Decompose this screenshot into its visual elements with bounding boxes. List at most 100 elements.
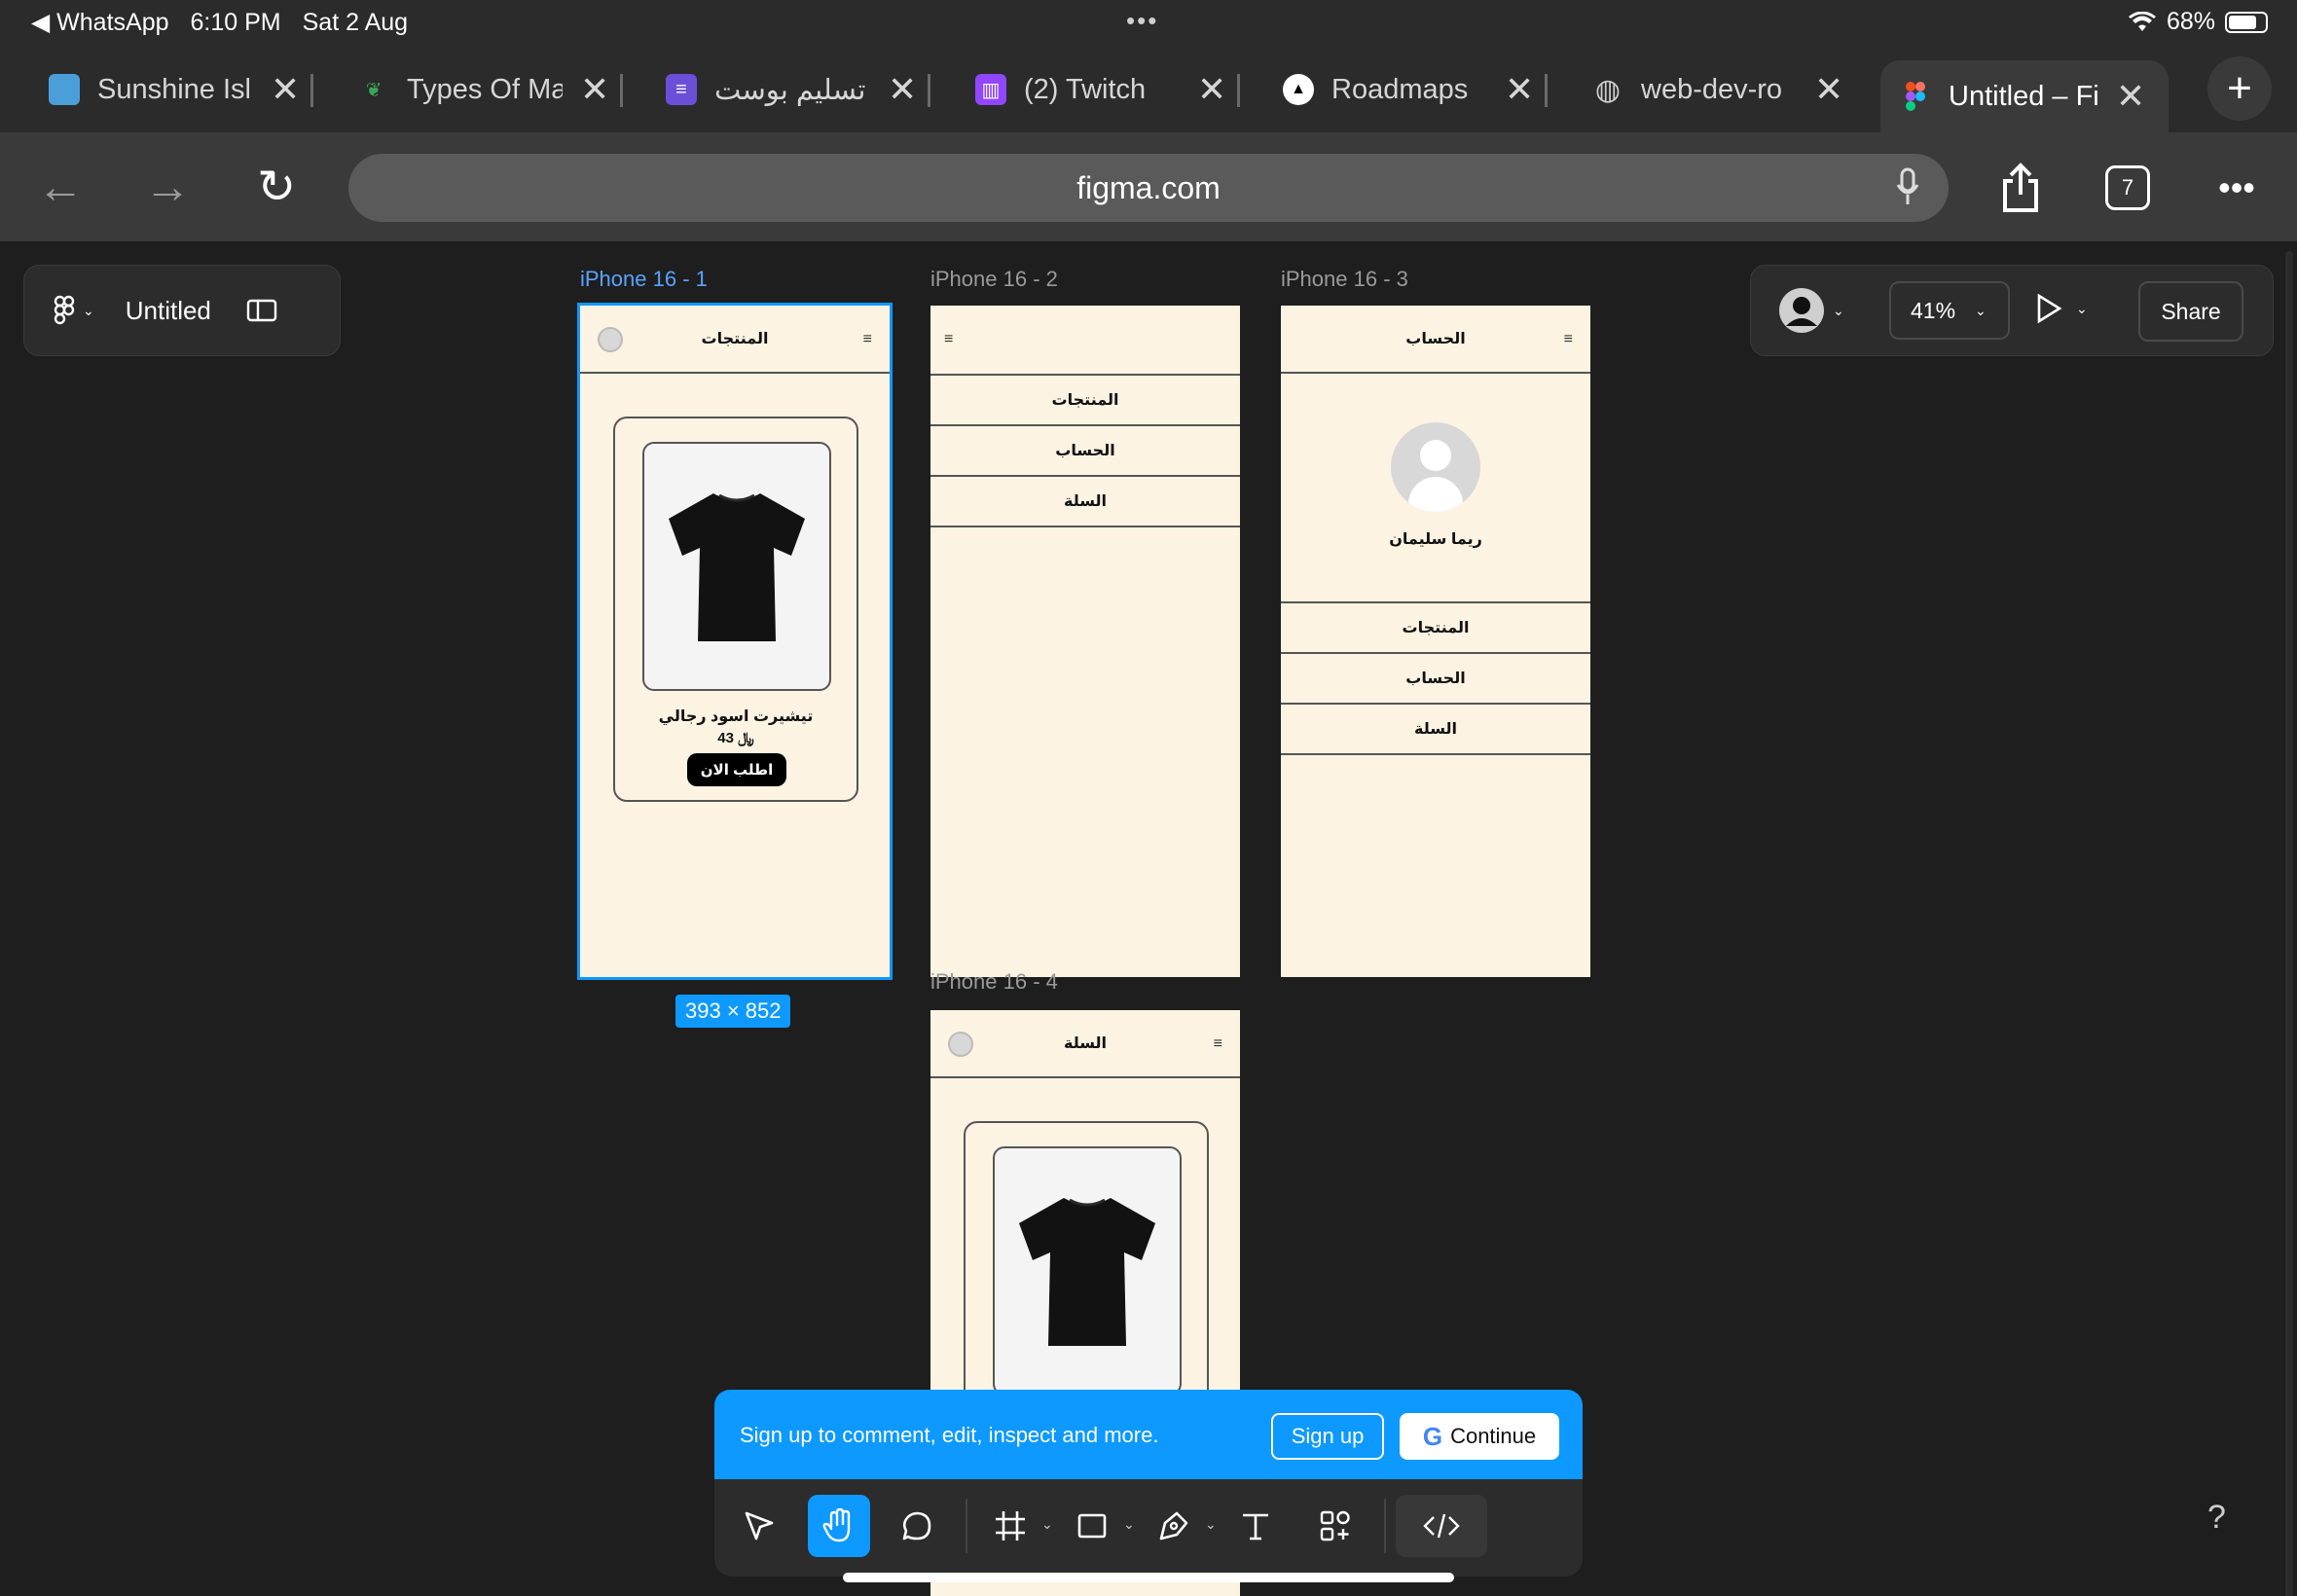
zoom-dropdown[interactable]: 41% ⌄: [1889, 281, 2010, 340]
close-icon[interactable]: ✕: [1197, 69, 1226, 110]
share-icon: [2003, 163, 2038, 212]
code-icon: [1423, 1513, 1460, 1539]
hand-tool-button[interactable]: [808, 1495, 870, 1557]
account-menu-button[interactable]: ⌄: [1778, 287, 1844, 334]
forward-button[interactable]: →: [138, 158, 197, 216]
address-bar[interactable]: figma.com: [348, 154, 1949, 222]
sidebar-toggle-icon[interactable]: [246, 299, 277, 322]
tab-figma-active[interactable]: Untitled – Fi ✕: [1880, 60, 2169, 132]
menu-item-cart: السلة: [930, 477, 1240, 527]
close-icon[interactable]: ✕: [2116, 76, 2145, 117]
hamburger-menu-icon: ≡: [1213, 1035, 1222, 1052]
share-sheet-button[interactable]: [1993, 154, 2048, 222]
text-tool-button[interactable]: [1224, 1495, 1287, 1557]
present-button[interactable]: ⌄: [2035, 293, 2088, 324]
tab-label: Untitled – Fi: [1949, 80, 2098, 112]
tab-separator: [620, 74, 624, 107]
signup-banner: Sign up to comment, edit, inspect and mo…: [714, 1390, 1583, 1483]
frame-size-badge: 393 × 852: [675, 995, 791, 1028]
main-menu-button[interactable]: ⌄: [54, 295, 94, 326]
chevron-down-icon[interactable]: ⌄: [1041, 1516, 1053, 1533]
tab-label: تسليم بوست: [714, 74, 866, 106]
dev-mode-toggle[interactable]: [1396, 1495, 1487, 1557]
shape-tool-button[interactable]: [1061, 1495, 1123, 1557]
clock-time: 6:10 PM: [190, 8, 281, 36]
tab-count: 7: [2105, 165, 2150, 210]
continue-label: Continue: [1450, 1424, 1537, 1448]
tab-post[interactable]: ≡ تسليم بوست ✕: [666, 60, 931, 119]
tab-types[interactable]: ❦ Types Of Ma ✕: [358, 60, 624, 119]
tab-label: Types Of Ma: [407, 73, 563, 105]
microphone-icon[interactable]: [1896, 167, 1919, 206]
zoom-level: 41%: [1911, 297, 1956, 323]
home-indicator[interactable]: [843, 1573, 1454, 1582]
comment-tool-button[interactable]: [886, 1495, 948, 1557]
more-menu-button[interactable]: •••: [2207, 154, 2266, 222]
share-button[interactable]: Share: [2138, 281, 2243, 342]
back-to-app-link[interactable]: ◀ WhatsApp: [31, 8, 169, 37]
frame-tool-button[interactable]: [979, 1495, 1041, 1557]
chevron-down-icon[interactable]: ⌄: [1205, 1516, 1217, 1533]
menu-item-products: المنتجات: [930, 376, 1240, 426]
frame-label-3[interactable]: iPhone 16 - 3: [1281, 267, 1408, 292]
close-icon[interactable]: ✕: [1814, 69, 1843, 110]
tab-label: web-dev-ro: [1641, 73, 1783, 105]
product-name: تيشيرت اسود رجالي: [658, 708, 814, 725]
frame-icon: [996, 1511, 1025, 1541]
close-icon[interactable]: ✕: [1505, 69, 1534, 110]
sign-up-button[interactable]: Sign up: [1271, 1413, 1384, 1460]
reload-button[interactable]: ↻: [247, 158, 306, 216]
frame-label-4[interactable]: iPhone 16 - 4: [930, 969, 1058, 995]
product-price: 43 ﷼: [717, 730, 754, 746]
continue-with-google-button[interactable]: G Continue: [1400, 1413, 1559, 1460]
hamburger-menu-icon: ≡: [944, 331, 954, 347]
globe-favicon-icon: ◍: [1594, 73, 1622, 106]
pen-icon: [1159, 1511, 1188, 1541]
date: Sat 2 Aug: [302, 8, 409, 36]
multitasking-dots-icon[interactable]: •••: [1126, 6, 1158, 36]
tab-twitch[interactable]: ▥ (2) Twitch ✕: [975, 60, 1241, 119]
status-bar: ◀ WhatsApp 6:10 PM Sat 2 Aug ••• 68%: [0, 0, 2297, 47]
play-icon: [2037, 293, 2062, 324]
chevron-down-icon: ⌄: [83, 302, 94, 318]
close-icon[interactable]: ✕: [580, 69, 609, 110]
tab-sunshine[interactable]: Sunshine Isl ✕: [49, 60, 314, 119]
tab-roadmaps[interactable]: ▲ Roadmaps ✕: [1283, 60, 1549, 119]
frame-header: الحساب ≡: [1281, 306, 1590, 374]
avatar-icon: [1779, 288, 1824, 333]
ipad-screen: ◀ WhatsApp 6:10 PM Sat 2 Aug ••• 68% Sun…: [0, 0, 2297, 1596]
toolbar-divider: [1384, 1499, 1386, 1553]
image-favicon-icon: [49, 74, 80, 105]
frame-iphone-3[interactable]: الحساب ≡ ريما سليمان المنتجات الحساب الس…: [1281, 306, 1590, 977]
frame-label-1[interactable]: iPhone 16 - 1: [580, 267, 708, 292]
tshirt-image: [669, 493, 805, 641]
vertical-scrollbar[interactable]: [2285, 251, 2293, 1596]
product-image: [993, 1146, 1182, 1396]
close-icon[interactable]: ✕: [888, 69, 917, 110]
close-icon[interactable]: ✕: [271, 69, 300, 110]
tab-separator: [1237, 74, 1241, 107]
order-now-button: اطلب الان: [687, 753, 786, 786]
new-tab-button[interactable]: +: [2207, 56, 2272, 121]
resources-tool-button[interactable]: [1304, 1495, 1367, 1557]
figma-logo-icon: [54, 295, 75, 325]
twitch-favicon-icon: ▥: [975, 74, 1006, 105]
tab-separator: [1545, 74, 1549, 107]
profile-avatar-icon: [1391, 422, 1480, 512]
tab-label: (2) Twitch: [1024, 73, 1147, 105]
tab-webdev[interactable]: ◍ web-dev-ro ✕: [1592, 60, 1843, 119]
frame-iphone-2[interactable]: ≡ المنتجات الحساب السلة: [930, 306, 1240, 977]
right-header-panel: ⌄ 41% ⌄ ⌄ Share: [1750, 265, 2274, 356]
frame-iphone-1[interactable]: المنتجات ≡ تيشيرت اسود رجالي 43 ﷼ اطلب ا…: [577, 303, 893, 980]
tab-overview-button[interactable]: 7: [2100, 154, 2155, 222]
move-tool-button[interactable]: [728, 1495, 790, 1557]
help-button[interactable]: ?: [2207, 1499, 2226, 1537]
chevron-down-icon[interactable]: ⌄: [1123, 1516, 1135, 1533]
file-name[interactable]: Untitled: [126, 296, 211, 326]
pen-tool-button[interactable]: [1143, 1495, 1205, 1557]
browser-tab-bar: Sunshine Isl ✕ ❦ Types Of Ma ✕ ≡ تسليم ب…: [0, 47, 2297, 132]
figma-favicon-icon: [1900, 81, 1931, 112]
components-icon: [1320, 1510, 1350, 1542]
frame-label-2[interactable]: iPhone 16 - 2: [930, 267, 1058, 292]
back-button[interactable]: ←: [31, 158, 90, 216]
